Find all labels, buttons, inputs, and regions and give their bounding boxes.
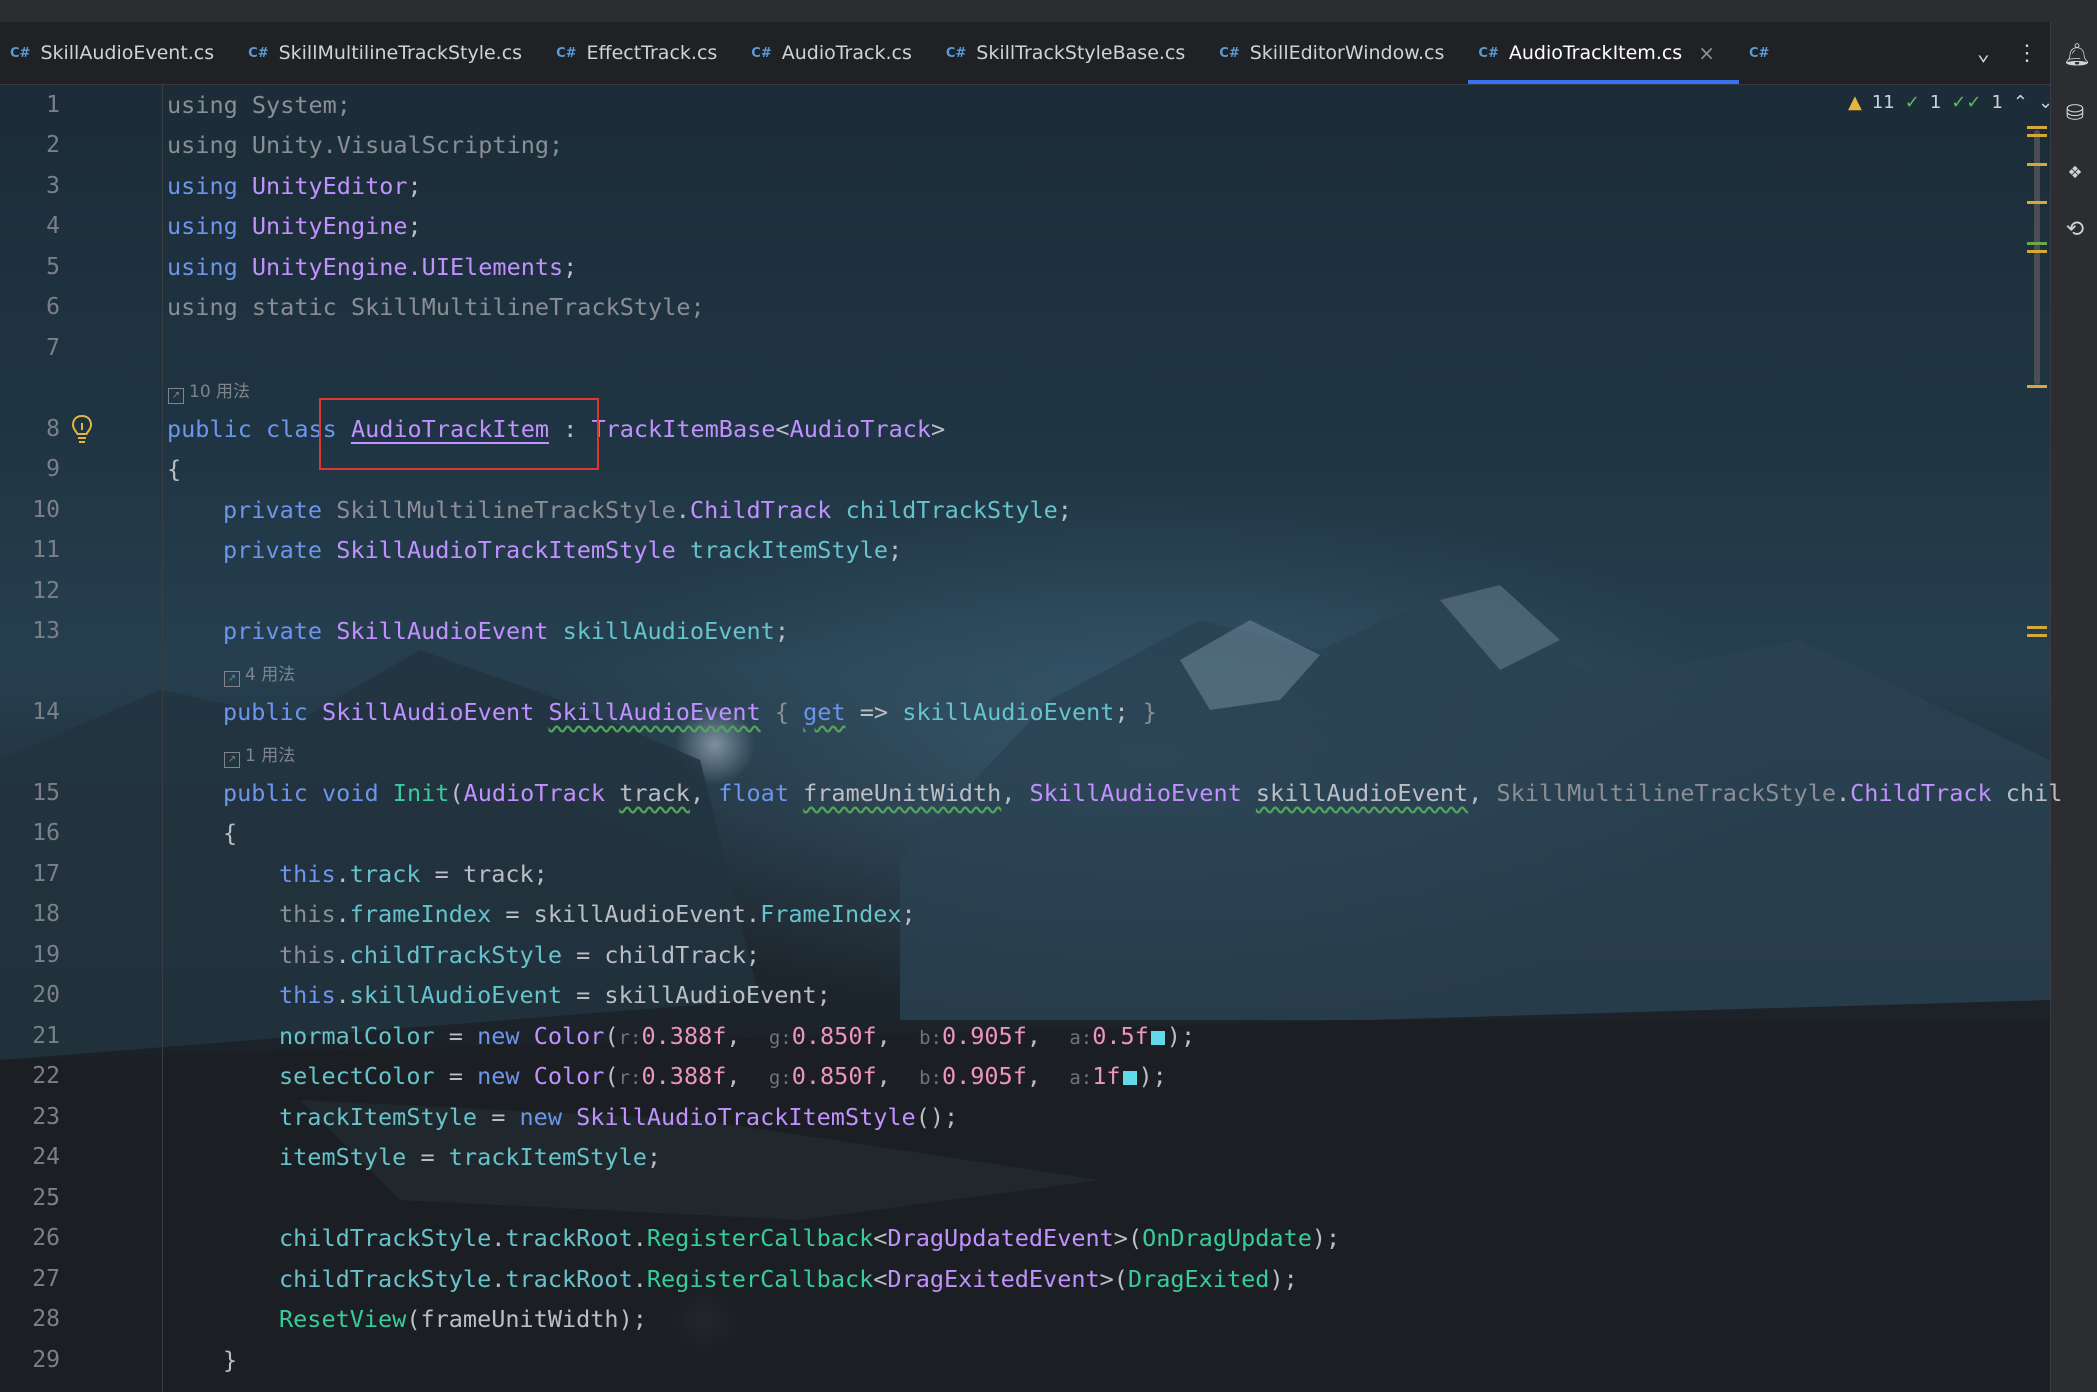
code-line: 12 <box>32 578 60 604</box>
csharp-file-icon: C# <box>1219 45 1240 61</box>
tab-skill-multiline-track-style[interactable]: C# SkillMultilineTrackStyle.cs <box>238 22 546 84</box>
database-icon[interactable]: ⛁ <box>2063 102 2087 126</box>
tab-skill-track-style-base[interactable]: C# SkillTrackStyleBase.cs <box>936 22 1209 84</box>
csharp-file-icon: C# <box>1748 45 1770 61</box>
tab-audio-track-item[interactable]: C# AudioTrackItem.cs × <box>1468 22 1739 84</box>
code-line: 13 private SkillAudioEvent skillAudioEve… <box>32 617 789 645</box>
editor-tab-bar: C# SkillAudioEvent.cs C# SkillMultilineTra… <box>0 22 2060 85</box>
usages-icon: ↗ <box>224 671 240 687</box>
code-line: 17 this.track = track; <box>32 860 548 888</box>
code-line: 18 this.frameIndex = skillAudioEvent.Fra… <box>32 900 916 928</box>
code-line: 20 this.skillAudioEvent = skillAudioEven… <box>32 981 831 1009</box>
code-line: 28 ResetView(frameUnitWidth); <box>32 1305 647 1333</box>
color-swatch[interactable] <box>1122 1071 1137 1085</box>
right-tool-strip: 🔔︎ ⛁ ❖ ⟲ <box>2050 22 2097 1392</box>
usages-icon: ↗ <box>224 752 240 768</box>
close-tab-icon[interactable]: × <box>1698 41 1715 65</box>
usage-hint[interactable]: ↗ 10 用法 <box>168 380 250 404</box>
unity-explorer-icon[interactable]: ❖ <box>2063 160 2087 184</box>
code-line: 4 using UnityEngine; <box>46 212 422 240</box>
tab-effect-track[interactable]: C# EffectTrack.cs <box>546 22 741 84</box>
more-options-icon[interactable]: ⋮ <box>2016 41 2038 66</box>
code-line: 10 private SkillMultilineTrackStyle.Chil… <box>32 496 1072 524</box>
code-line: 22 selectColor = new Color(r:0.388f, g:0… <box>32 1062 1167 1090</box>
notifications-bell-icon[interactable]: 🔔︎ <box>2063 44 2091 68</box>
code-line: 8 public class AudioTrackItem : TrackIte… <box>46 415 946 443</box>
tab-audio-track[interactable]: C# AudioTrack.cs <box>741 22 936 84</box>
csharp-file-icon: C# <box>1478 45 1499 61</box>
lightbulb-icon[interactable] <box>70 414 94 446</box>
color-swatch[interactable] <box>1150 1031 1165 1045</box>
code-line: 6 using static SkillMultilineTrackStyle; <box>46 293 705 321</box>
code-line: 15 public void Init(AudioTrack track, fl… <box>32 779 2063 807</box>
code-line: 26 childTrackStyle.trackRoot.RegisterCal… <box>32 1224 1341 1252</box>
code-line: 21 normalColor = new Color(r:0.388f, g:0… <box>32 1022 1196 1050</box>
code-line: 16 { <box>32 819 238 847</box>
ai-assistant-icon[interactable]: ⟲ <box>2063 218 2087 242</box>
code-line: 24 itemStyle = trackItemStyle; <box>32 1143 662 1171</box>
code-line: 9 { <box>46 455 182 483</box>
code-line: 27 childTrackStyle.trackRoot.RegisterCal… <box>32 1265 1298 1293</box>
code-line: 7 <box>46 335 60 361</box>
highlight-selection-box <box>319 398 599 470</box>
usage-hint[interactable]: ↗ 1 用法 <box>224 744 295 768</box>
usages-icon: ↗ <box>168 388 184 404</box>
code-editor[interactable]: 1 using System; 2 using Unity.VisualScri… <box>0 85 2063 1392</box>
csharp-file-icon: C# <box>556 45 577 61</box>
title-bar <box>0 0 2097 23</box>
code-line: 23 trackItemStyle = new SkillAudioTrackI… <box>32 1103 959 1131</box>
csharp-file-icon: C# <box>751 45 772 61</box>
chevron-down-icon[interactable]: ⌄ <box>1977 41 1990 66</box>
code-line: 19 this.childTrackStyle = childTrack; <box>32 941 761 969</box>
code-line: 2 using Unity.VisualScripting; <box>46 131 564 159</box>
code-line: 11 private SkillAudioTrackItemStyle trac… <box>32 536 903 564</box>
usage-hint[interactable]: ↗ 4 用法 <box>224 663 295 687</box>
code-line: 14 public SkillAudioEvent SkillAudioEven… <box>32 698 1157 726</box>
code-line: 29 } <box>32 1346 238 1374</box>
tab-skill-editor-window[interactable]: C# SkillEditorWindow.cs <box>1209 22 1468 84</box>
code-line: 1 using System; <box>46 91 351 119</box>
code-line: 3 using UnityEditor; <box>46 172 422 200</box>
csharp-file-icon: C# <box>248 45 269 61</box>
csharp-file-icon: C# <box>10 45 31 61</box>
code-line: 25 <box>32 1185 60 1211</box>
tab-overflow[interactable]: C# <box>1739 22 1779 84</box>
tab-skill-audio-event[interactable]: C# SkillAudioEvent.cs <box>0 22 238 84</box>
code-line: 5 using UnityEngine.UIElements; <box>46 253 578 281</box>
csharp-file-icon: C# <box>945 45 967 61</box>
